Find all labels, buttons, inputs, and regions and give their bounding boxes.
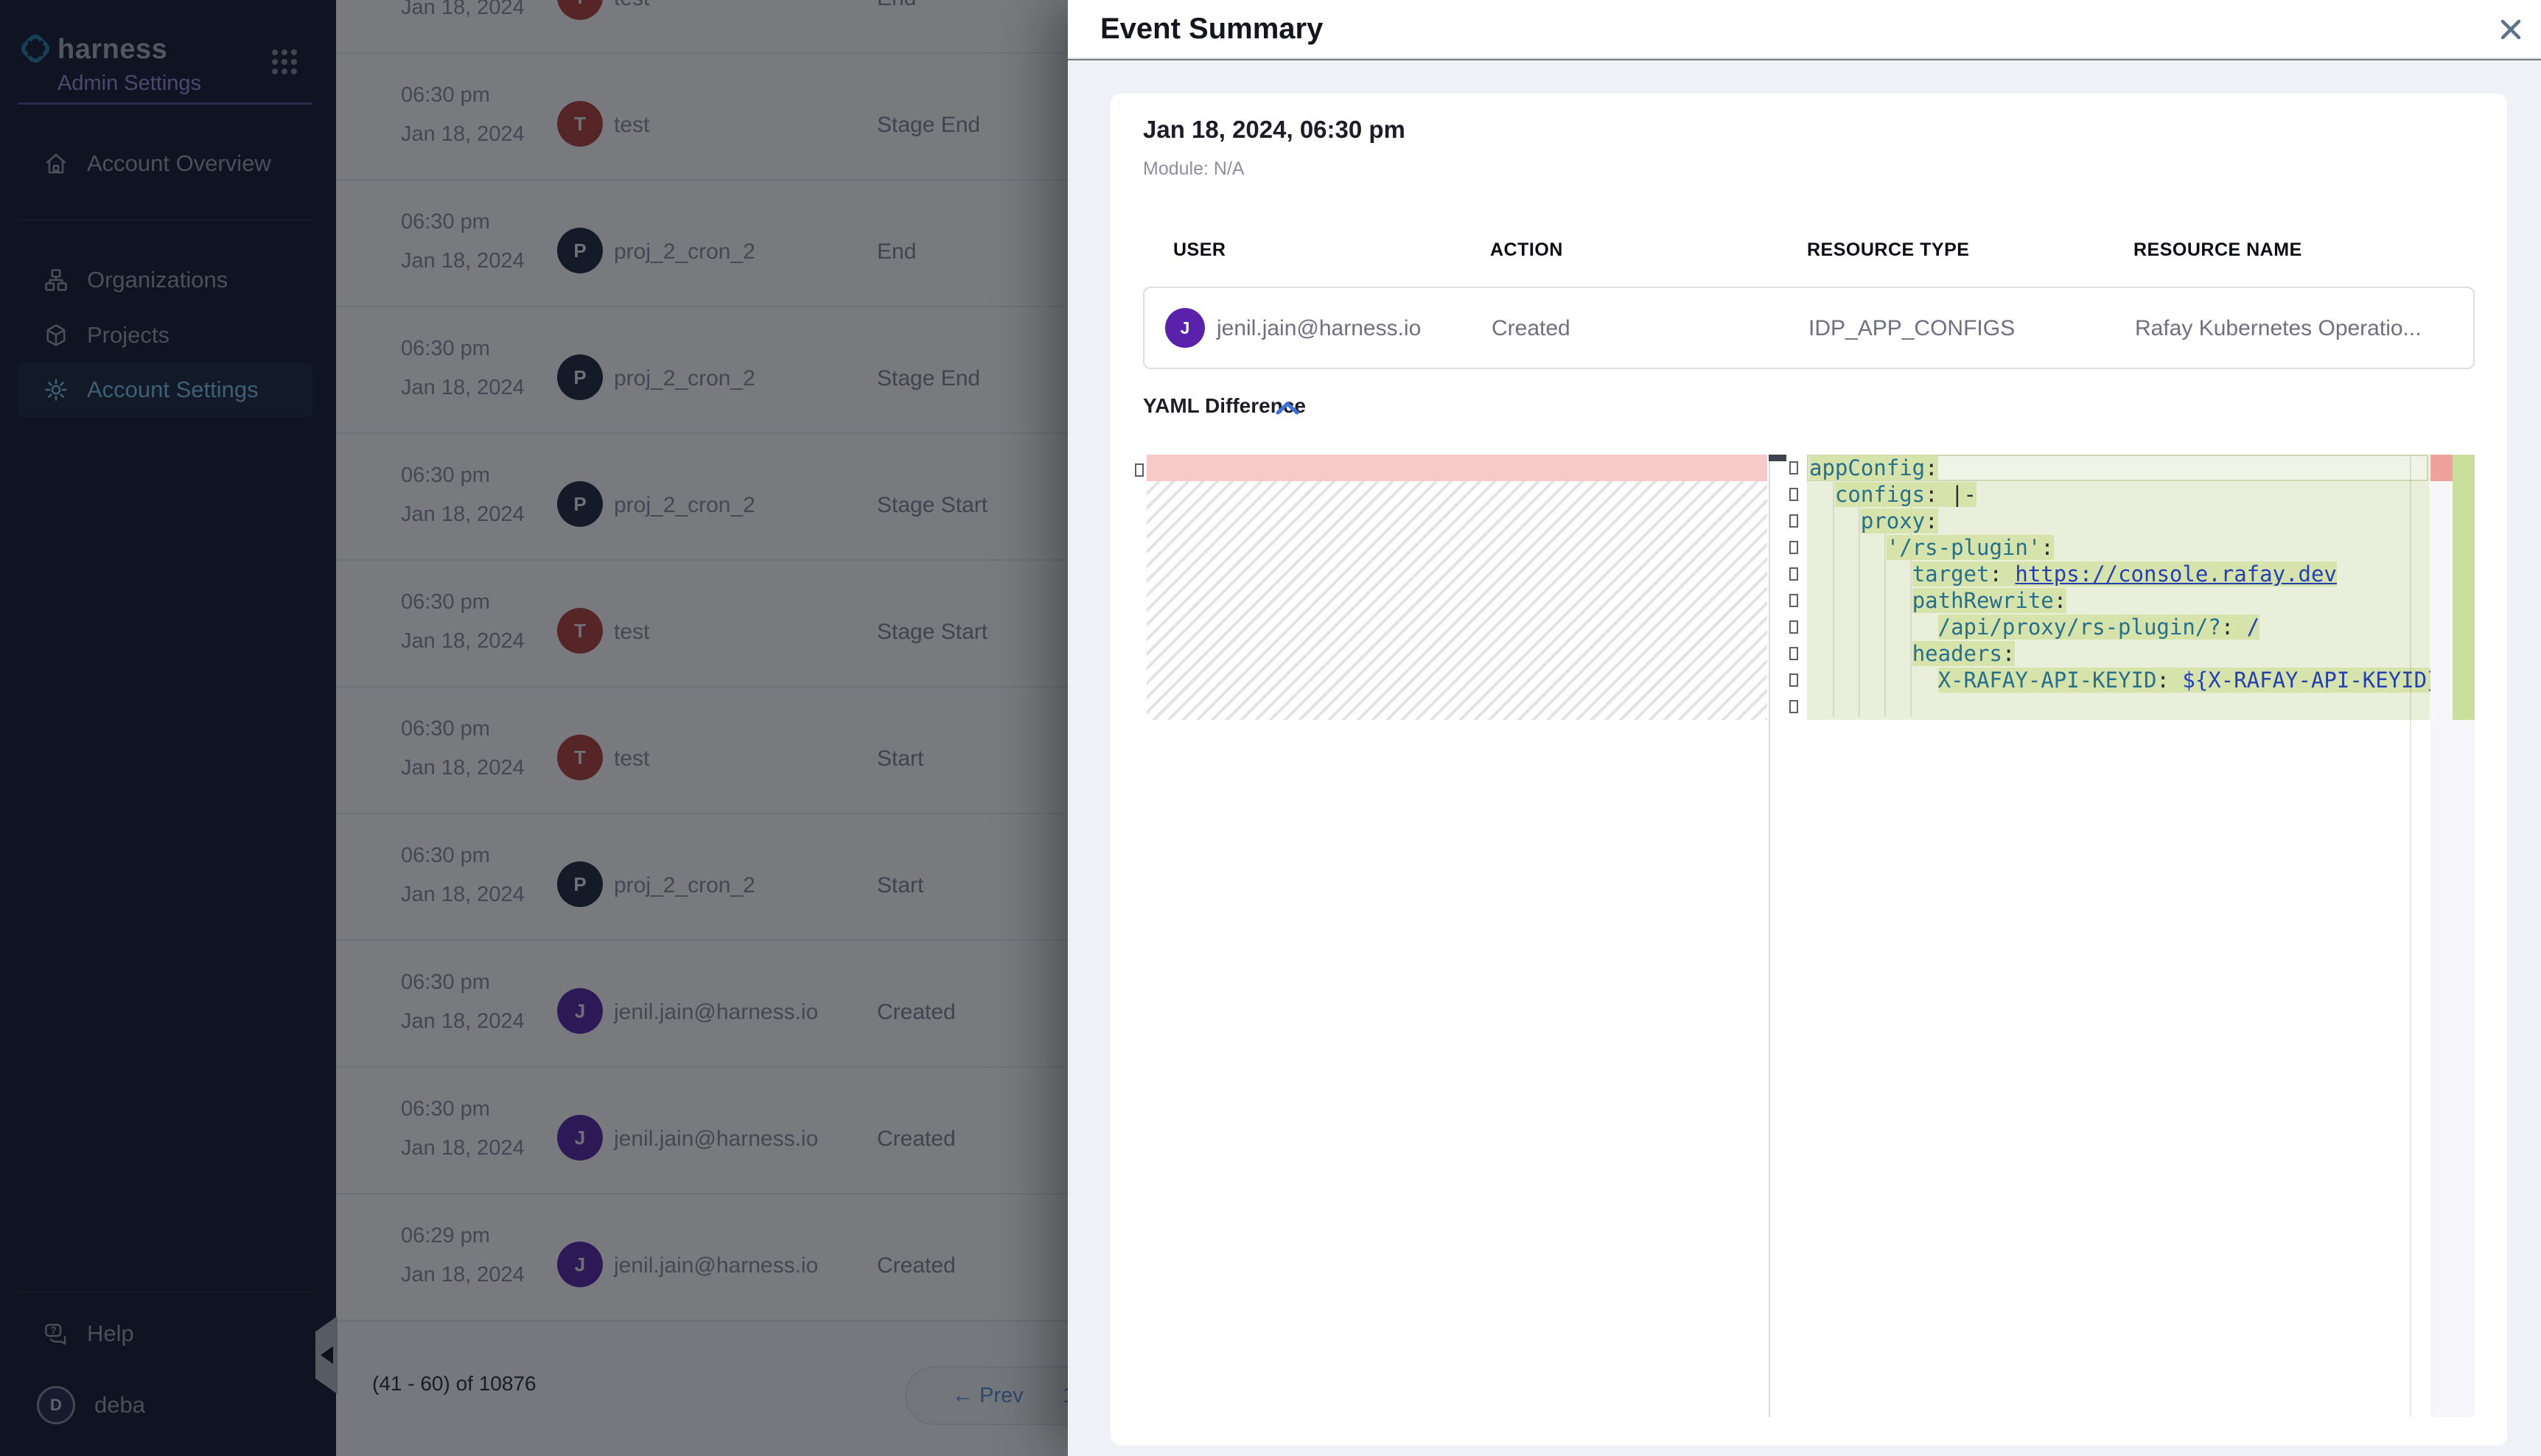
diff-right-line-marker [1789, 620, 1798, 634]
event-table-row: J jenil.jain@harness.io Created IDP_APP_… [1143, 287, 2475, 369]
diff-right-line-marker [1789, 461, 1798, 475]
diff-code-lines: appConfig: configs: |- proxy: '/rs-plugi… [1809, 455, 2428, 720]
chevron-up-icon[interactable] [1274, 399, 1301, 418]
diff-right-line-marker [1789, 647, 1798, 660]
yaml-diff-editor: appConfig: configs: |- proxy: '/rs-plugi… [1135, 455, 2475, 1417]
diff-right-line-marker [1789, 541, 1798, 554]
editor-column-ruler [2410, 455, 2411, 1417]
diff-right-line-marker [1789, 594, 1798, 607]
event-resource-type: IDP_APP_CONFIGS [1808, 316, 2015, 341]
diff-right-line-marker [1789, 488, 1798, 501]
drawer-title: Event Summary [1100, 13, 1323, 46]
event-action: Created [1492, 316, 1570, 341]
column-header-resource-type: RESOURCE TYPE [1807, 239, 1969, 261]
diff-right-line-marker [1789, 673, 1798, 687]
event-summary-card: Jan 18, 2024, 06:30 pm Module: N/A USER … [1111, 94, 2507, 1446]
event-module: Module: N/A [1143, 158, 1245, 180]
drawer-body: Jan 18, 2024, 06:30 pm Module: N/A USER … [1068, 60, 2541, 1456]
diff-right-line-marker [1789, 567, 1798, 581]
event-user: jenil.jain@harness.io [1217, 316, 1421, 341]
diff-removed-line [1147, 455, 1767, 481]
overview-ruler-added-marker [2453, 455, 2475, 720]
drawer-header: Event Summary [1068, 0, 2541, 59]
column-header-user: USER [1173, 239, 1226, 261]
overview-ruler-removed-marker [2430, 455, 2453, 481]
app-root: harness Admin Settings Account Overview … [0, 0, 2541, 1456]
diff-left-line-marker [1135, 463, 1144, 477]
diff-splitter-handle[interactable] [1769, 455, 1786, 461]
event-resource-name: Rafay Kubernetes Operatio... [2135, 316, 2422, 341]
diff-left-empty-hatch [1147, 481, 1767, 720]
column-header-resource-name: RESOURCE NAME [2133, 239, 2302, 261]
code-link[interactable]: https://console.rafay.dev [2015, 561, 2337, 587]
diff-right-line-marker [1789, 700, 1798, 713]
column-header-action: ACTION [1490, 239, 1563, 261]
diff-right-line-marker [1789, 514, 1798, 528]
close-icon[interactable] [2493, 12, 2528, 47]
event-datetime: Jan 18, 2024, 06:30 pm [1143, 116, 1405, 144]
event-user-avatar: J [1165, 308, 1205, 348]
diff-splitter[interactable] [1769, 455, 1770, 1417]
event-summary-drawer: Event Summary Jan 18, 2024, 06:30 pm Mod… [1068, 0, 2541, 1456]
